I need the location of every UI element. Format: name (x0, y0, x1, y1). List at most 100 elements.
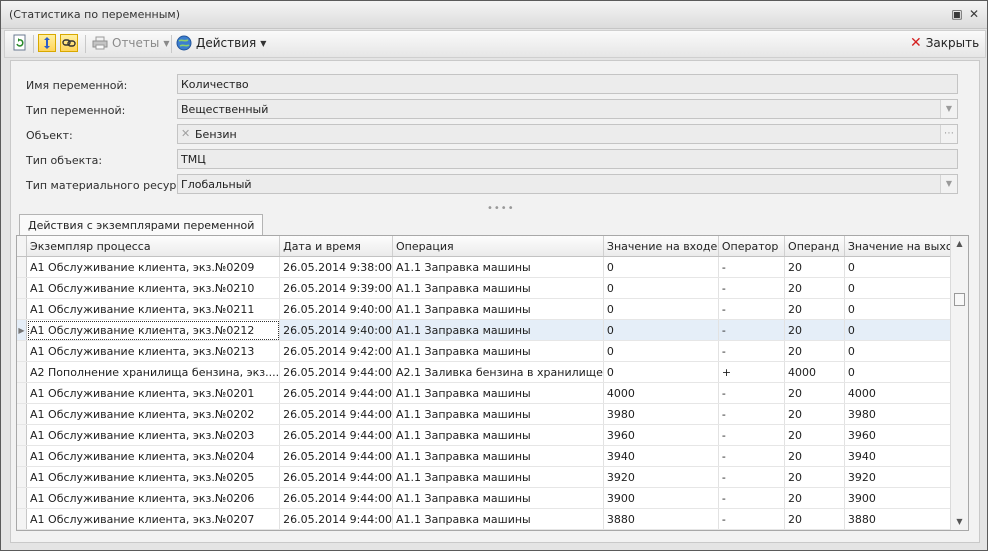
column-operand-cell[interactable]: 20 (784, 382, 845, 404)
column-input-value-header[interactable]: Значение на входе (603, 236, 719, 257)
column-process-instance-cell[interactable]: А1 Обслуживание клиента, экз.№0213 (26, 340, 281, 362)
column-datetime-cell[interactable]: 26.05.2014 9:44:00 (279, 445, 394, 467)
column-operation-cell[interactable]: А1.1 Заправка машины (392, 508, 604, 530)
table-row[interactable]: А1 Обслуживание клиента, экз.№0201 26.05.… (17, 382, 968, 404)
table-row[interactable]: А1 Обслуживание клиента, экз.№0207 26.05.… (17, 508, 968, 530)
table-row[interactable]: А1 Обслуживание клиента, экз.№0210 26.05.… (17, 277, 968, 299)
row-indicator[interactable] (17, 382, 27, 404)
column-input-value-cell[interactable]: 0 (603, 319, 719, 341)
splitter-handle[interactable]: •••• (487, 203, 515, 214)
row-indicator[interactable] (17, 487, 27, 509)
column-process-instance-cell[interactable]: А1 Обслуживание клиента, экз.№0211 (26, 298, 281, 320)
table-row[interactable]: ▶ А1 Обслуживание клиента, экз.№0212 26.05… (17, 319, 968, 341)
actions-dropdown-button[interactable]: Действия ▼ (176, 33, 266, 53)
column-datetime-header[interactable]: Дата и время (279, 236, 394, 257)
column-input-value-cell[interactable]: 0 (603, 277, 719, 299)
column-datetime-cell[interactable]: 26.05.2014 9:44:00 (279, 424, 394, 446)
column-operator-cell[interactable]: - (718, 256, 786, 278)
column-operator-cell[interactable]: - (718, 298, 786, 320)
column-operation-cell[interactable]: А1.1 Заправка машины (392, 445, 604, 467)
column-operation-cell[interactable]: А1.1 Заправка машины (392, 319, 604, 341)
column-operation-cell[interactable]: А1.1 Заправка машины (392, 382, 604, 404)
variable-name-field[interactable]: Количество (177, 74, 958, 94)
column-input-value-cell[interactable]: 3980 (603, 403, 719, 425)
column-operand-cell[interactable]: 20 (784, 445, 845, 467)
column-operator-cell[interactable]: - (718, 445, 786, 467)
link-toggle-button[interactable] (60, 33, 78, 53)
chevron-down-icon[interactable]: ▼ (940, 175, 957, 193)
column-operator-cell[interactable]: - (718, 403, 786, 425)
ellipsis-icon[interactable]: ⋯ (940, 125, 957, 143)
current-row-indicator-icon[interactable]: ▶ (17, 319, 27, 341)
column-datetime-cell[interactable]: 26.05.2014 9:38:00 (279, 256, 394, 278)
column-operand-header[interactable]: Операнд (784, 236, 845, 257)
row-indicator[interactable] (17, 508, 27, 530)
column-operator-header[interactable]: Оператор (718, 236, 786, 257)
row-indicator[interactable] (17, 340, 27, 362)
column-process-instance-cell[interactable]: А1 Обслуживание клиента, экз.№0212 (26, 319, 281, 341)
column-operation-cell[interactable]: А1.1 Заправка машины (392, 277, 604, 299)
column-input-value-cell[interactable]: 4000 (603, 382, 719, 404)
column-input-value-cell[interactable]: 0 (603, 298, 719, 320)
close-window-button[interactable]: ✕ (967, 7, 981, 21)
column-process-instance-cell[interactable]: А1 Обслуживание клиента, экз.№0204 (26, 445, 281, 467)
column-process-instance-cell[interactable]: А1 Обслуживание клиента, экз.№0201 (26, 382, 281, 404)
restore-window-button[interactable]: ▣ (950, 7, 964, 21)
column-datetime-cell[interactable]: 26.05.2014 9:44:00 (279, 487, 394, 509)
column-operation-cell[interactable]: А1.1 Заправка машины (392, 424, 604, 446)
scroll-up-icon[interactable]: ▲ (951, 236, 968, 252)
column-datetime-cell[interactable]: 26.05.2014 9:42:00 (279, 340, 394, 362)
column-operator-cell[interactable]: - (718, 466, 786, 488)
expand-toggle-button[interactable] (38, 33, 56, 53)
column-input-value-cell[interactable]: 0 (603, 340, 719, 362)
column-process-instance-cell[interactable]: А1 Обслуживание клиента, экз.№0210 (26, 277, 281, 299)
table-row[interactable]: А1 Обслуживание клиента, экз.№0204 26.05.… (17, 445, 968, 467)
resource-type-select[interactable]: Глобальный ▼ (177, 174, 958, 194)
scroll-down-icon[interactable]: ▼ (951, 514, 968, 530)
refresh-button[interactable] (12, 33, 28, 53)
variable-type-select[interactable]: Вещественный ▼ (177, 99, 958, 119)
column-datetime-cell[interactable]: 26.05.2014 9:40:00 (279, 298, 394, 320)
column-datetime-cell[interactable]: 26.05.2014 9:44:00 (279, 361, 394, 383)
column-operation-cell[interactable]: А1.1 Заправка машины (392, 340, 604, 362)
column-input-value-cell[interactable]: 0 (603, 361, 719, 383)
column-operand-cell[interactable]: 4000 (784, 361, 845, 383)
column-input-value-cell[interactable]: 3940 (603, 445, 719, 467)
column-operand-cell[interactable]: 20 (784, 340, 845, 362)
row-indicator[interactable] (17, 361, 27, 383)
row-indicator[interactable] (17, 256, 27, 278)
tab-variable-actions[interactable]: Действия с экземплярами переменной (19, 214, 264, 236)
column-operator-cell[interactable]: - (718, 319, 786, 341)
column-operand-cell[interactable]: 20 (784, 319, 845, 341)
column-operator-cell[interactable]: - (718, 277, 786, 299)
column-operator-cell[interactable]: + (718, 361, 786, 383)
table-row[interactable]: А1 Обслуживание клиента, экз.№0209 26.05.… (17, 256, 968, 278)
row-indicator[interactable] (17, 424, 27, 446)
column-process-instance-cell[interactable]: А2 Пополнение хранилища бензина, экз.... (26, 361, 281, 383)
row-indicator[interactable] (17, 445, 27, 467)
column-operand-cell[interactable]: 20 (784, 256, 845, 278)
column-datetime-cell[interactable]: 26.05.2014 9:44:00 (279, 508, 394, 530)
table-row[interactable]: А2 Пополнение хранилища бензина, экз....… (17, 361, 968, 383)
column-operand-cell[interactable]: 20 (784, 277, 845, 299)
column-operation-cell[interactable]: А1.1 Заправка машины (392, 487, 604, 509)
column-datetime-cell[interactable]: 26.05.2014 9:44:00 (279, 466, 394, 488)
column-operator-cell[interactable]: - (718, 340, 786, 362)
reports-dropdown-button[interactable]: Отчеты ▼ (92, 33, 170, 53)
row-indicator[interactable] (17, 466, 27, 488)
object-field[interactable]: ✕ Бензин ⋯ (177, 124, 958, 144)
column-input-value-cell[interactable]: 3880 (603, 508, 719, 530)
column-operator-cell[interactable]: - (718, 382, 786, 404)
scrollbar-thumb[interactable] (954, 293, 965, 306)
table-row[interactable]: А1 Обслуживание клиента, экз.№0206 26.05.… (17, 487, 968, 509)
column-operand-cell[interactable]: 20 (784, 508, 845, 530)
row-indicator[interactable] (17, 298, 27, 320)
column-operation-cell[interactable]: А1.1 Заправка машины (392, 466, 604, 488)
table-row[interactable]: А1 Обслуживание клиента, экз.№0211 26.05.… (17, 298, 968, 320)
column-operand-cell[interactable]: 20 (784, 424, 845, 446)
chevron-down-icon[interactable]: ▼ (940, 100, 957, 118)
column-process-instance-cell[interactable]: А1 Обслуживание клиента, экз.№0203 (26, 424, 281, 446)
column-process-instance-cell[interactable]: А1 Обслуживание клиента, экз.№0207 (26, 508, 281, 530)
column-operand-cell[interactable]: 20 (784, 466, 845, 488)
close-button[interactable]: ✕ Закрыть (910, 33, 979, 53)
